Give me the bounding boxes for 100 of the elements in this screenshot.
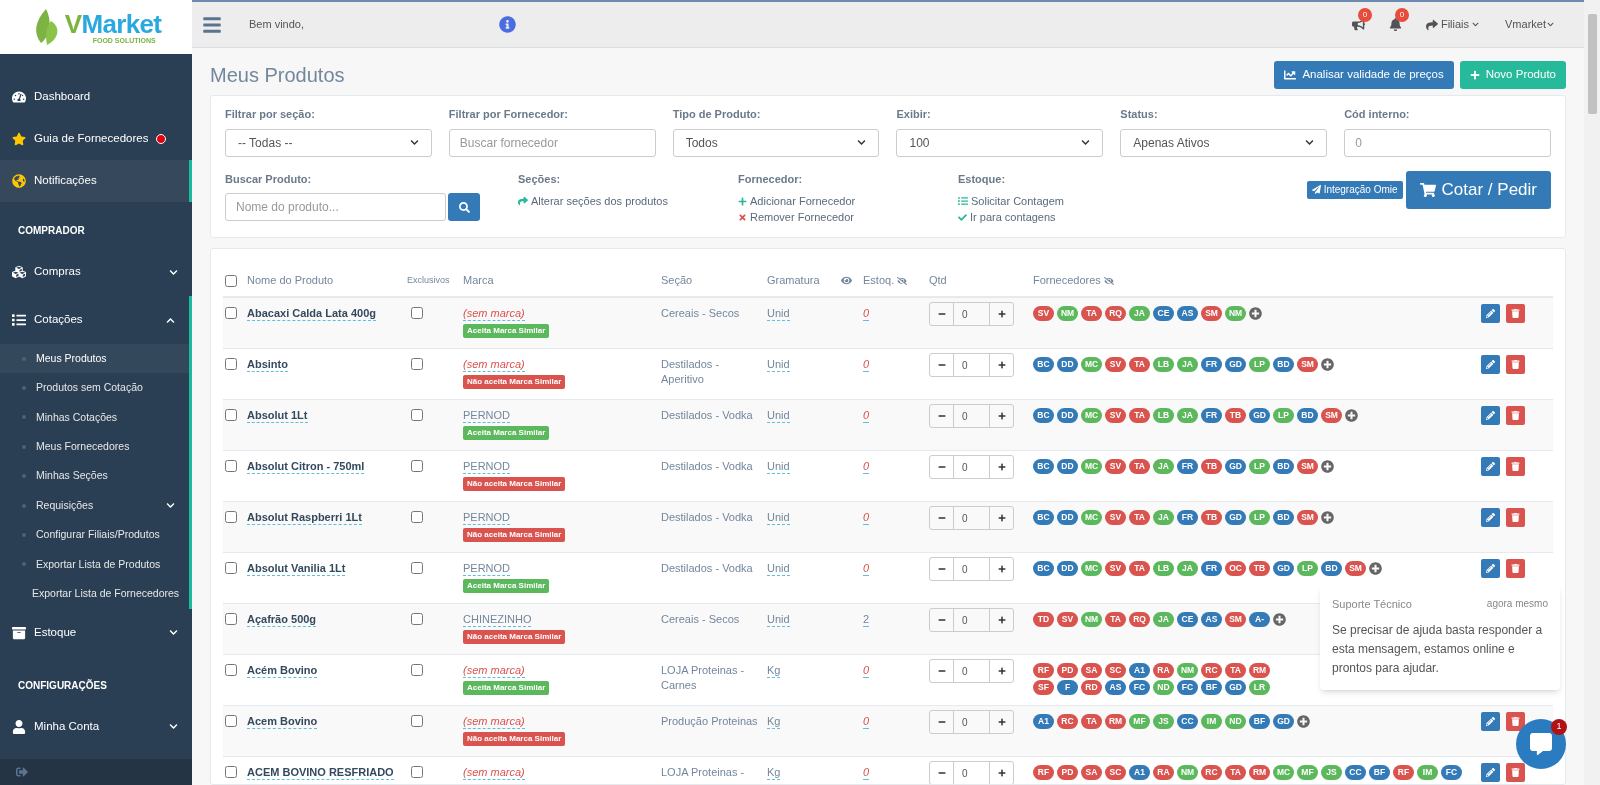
product-name-link[interactable]: Absolut Vanilia 1Lt: [247, 561, 346, 576]
supplier-badge[interactable]: CC: [1177, 714, 1198, 729]
row-checkbox[interactable]: [225, 460, 237, 472]
supplier-badge[interactable]: TD: [1033, 612, 1054, 627]
unit-link[interactable]: Kg: [767, 765, 781, 780]
supplier-badge[interactable]: NM: [1177, 663, 1198, 678]
supplier-badge[interactable]: LP: [1249, 357, 1270, 372]
info-icon[interactable]: [499, 16, 517, 33]
exclusive-checkbox[interactable]: [411, 664, 423, 676]
supplier-badge[interactable]: SC: [1105, 663, 1126, 678]
eye-icon[interactable]: [841, 275, 852, 286]
supplier-badge[interactable]: BF: [1201, 680, 1222, 695]
supplier-badge[interactable]: AS: [1201, 612, 1222, 627]
supplier-badge[interactable]: BC: [1033, 510, 1054, 525]
supplier-badge[interactable]: RC: [1201, 765, 1222, 780]
edit-button[interactable]: [1481, 559, 1500, 578]
supplier-badge[interactable]: SV: [1105, 357, 1126, 372]
supplier-badge[interactable]: DD: [1057, 357, 1078, 372]
delete-button[interactable]: [1506, 712, 1525, 731]
integration-button[interactable]: Integração Omie: [1306, 180, 1403, 199]
supplier-badge[interactable]: F: [1057, 680, 1078, 695]
quantity-value[interactable]: 0: [954, 711, 989, 733]
supplier-badge[interactable]: A1: [1129, 663, 1150, 678]
stock-link[interactable]: 0: [863, 408, 870, 423]
supplier-badge[interactable]: A1: [1033, 714, 1054, 729]
row-checkbox[interactable]: [225, 715, 237, 727]
bell-icon[interactable]: [1388, 18, 1402, 31]
supplier-badge[interactable]: MC: [1081, 408, 1102, 423]
more-suppliers-icon[interactable]: [1297, 715, 1310, 728]
row-checkbox[interactable]: [225, 307, 237, 319]
filter-select[interactable]: 100: [896, 128, 1104, 157]
supplier-badge[interactable]: FR: [1177, 510, 1198, 525]
supplier-badge[interactable]: GD: [1273, 714, 1294, 729]
supplier-badge[interactable]: LR: [1249, 680, 1270, 695]
quote-button[interactable]: Cotar / Pedir: [1405, 170, 1551, 209]
search-button[interactable]: [448, 193, 480, 221]
eye-slash-icon[interactable]: [1103, 275, 1114, 286]
stock-link[interactable]: 0: [863, 459, 870, 474]
supplier-badge[interactable]: RC: [1057, 714, 1078, 729]
quantity-value[interactable]: 0: [954, 762, 989, 784]
product-name-link[interactable]: Acém Bovino: [247, 663, 318, 678]
exclusive-checkbox[interactable]: [411, 307, 423, 319]
unit-link[interactable]: Unid: [767, 357, 790, 372]
more-suppliers-icon[interactable]: [1321, 358, 1334, 371]
action-link[interactable]: Ir para contagens: [958, 209, 1178, 225]
eye-slash-icon[interactable]: [897, 275, 908, 286]
supplier-badge[interactable]: FC: [1177, 680, 1198, 695]
sidebar-group[interactable]: Minha Conta: [0, 702, 192, 751]
supplier-badge[interactable]: CE: [1153, 306, 1174, 321]
edit-button[interactable]: [1481, 457, 1500, 476]
product-name-link[interactable]: Absinto: [247, 357, 288, 372]
filter-select[interactable]: -- Todas --: [225, 128, 432, 157]
product-name-link[interactable]: Absolut 1Lt: [247, 408, 308, 423]
supplier-badge[interactable]: RM: [1249, 663, 1270, 678]
brand-link[interactable]: (sem marca): [463, 357, 525, 372]
supplier-badge[interactable]: BC: [1033, 561, 1054, 576]
supplier-badge[interactable]: MC: [1081, 510, 1102, 525]
supplier-badge[interactable]: IM: [1201, 714, 1222, 729]
brand-link[interactable]: CHINEZINHO: [463, 612, 532, 627]
supplier-badge[interactable]: NM: [1057, 306, 1078, 321]
supplier-badge[interactable]: JA: [1129, 306, 1150, 321]
stock-link[interactable]: 0: [863, 561, 870, 576]
delete-button[interactable]: [1506, 406, 1525, 425]
action-link[interactable]: Solicitar Contagem: [958, 193, 1178, 209]
supplier-badge[interactable]: RC: [1201, 663, 1222, 678]
supplier-badge[interactable]: OC: [1225, 561, 1246, 576]
select-all-checkbox[interactable]: [225, 274, 237, 287]
quantity-value[interactable]: 0: [954, 609, 989, 631]
supplier-badge[interactable]: A-: [1249, 612, 1270, 627]
supplier-badge[interactable]: FR: [1201, 408, 1222, 423]
supplier-badge[interactable]: SV: [1105, 459, 1126, 474]
unit-link[interactable]: Unid: [767, 561, 790, 576]
supplier-badge[interactable]: RM: [1105, 714, 1126, 729]
filter-select[interactable]: Apenas Ativos: [1120, 128, 1328, 157]
supplier-badge[interactable]: LP: [1249, 459, 1270, 474]
quantity-value[interactable]: 0: [954, 303, 989, 325]
supplier-badge[interactable]: SA: [1081, 765, 1102, 780]
supplier-badge[interactable]: CE: [1177, 612, 1198, 627]
product-name-link[interactable]: Acem Bovino: [247, 714, 318, 729]
quantity-value[interactable]: 0: [954, 456, 989, 478]
supplier-badge[interactable]: ND: [1225, 714, 1246, 729]
supplier-badge[interactable]: SF: [1033, 680, 1054, 695]
unit-link[interactable]: Unid: [767, 306, 790, 321]
quantity-value[interactable]: 0: [954, 507, 989, 529]
supplier-badge[interactable]: FR: [1201, 561, 1222, 576]
supplier-badge[interactable]: TA: [1129, 510, 1150, 525]
filter-select[interactable]: Todos: [672, 128, 880, 157]
supplier-badge[interactable]: BC: [1033, 459, 1054, 474]
supplier-badge[interactable]: LB: [1153, 408, 1174, 423]
supplier-badge[interactable]: BC: [1033, 408, 1054, 423]
brand-link[interactable]: PERNOD: [463, 561, 511, 576]
supplier-badge[interactable]: JS: [1321, 765, 1342, 780]
more-suppliers-icon[interactable]: [1321, 460, 1334, 473]
supplier-badge[interactable]: JA: [1177, 357, 1198, 372]
row-checkbox[interactable]: [225, 511, 237, 523]
supplier-badge[interactable]: SM: [1297, 357, 1318, 372]
supplier-badge[interactable]: GD: [1273, 561, 1294, 576]
edit-button[interactable]: [1481, 406, 1500, 425]
supplier-badge[interactable]: DD: [1057, 408, 1078, 423]
row-checkbox[interactable]: [225, 664, 237, 676]
